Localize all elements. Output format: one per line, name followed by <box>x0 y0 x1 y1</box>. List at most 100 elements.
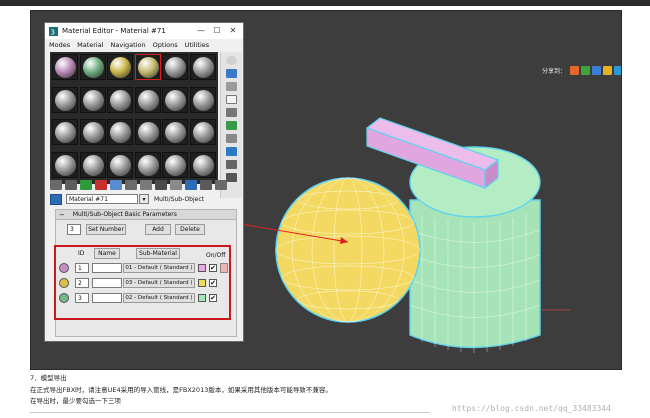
select-by-material-icon[interactable] <box>226 147 237 156</box>
material-sample-sphere <box>82 122 104 143</box>
collapse-icon[interactable]: − <box>59 211 65 219</box>
watermark-text: https://blog.csdn.net/qq_33483344 <box>452 404 611 413</box>
make-preview-icon[interactable] <box>226 121 237 130</box>
material-sample-sphere <box>165 154 186 176</box>
material-slot[interactable] <box>189 54 216 80</box>
material-sample-sphere <box>110 57 131 78</box>
material-slot[interactable] <box>79 151 106 178</box>
material-slot[interactable] <box>79 119 106 145</box>
material-slot[interactable] <box>107 119 133 145</box>
make-copy-icon[interactable] <box>110 179 122 190</box>
material-slot[interactable] <box>189 86 216 113</box>
title-bar[interactable]: 3 Material Editor - Material #71 — ☐ ✕ <box>45 23 243 39</box>
menu-options[interactable]: Options <box>153 41 178 49</box>
material-navigator-icon[interactable] <box>226 160 237 169</box>
show-end-result-icon[interactable] <box>185 179 197 190</box>
material-sample-sphere <box>137 89 159 111</box>
menu-modes[interactable]: Modes <box>49 41 70 49</box>
show-map-icon[interactable] <box>170 179 182 190</box>
material-sample-sphere <box>165 57 186 78</box>
material-sample-sphere <box>55 122 76 143</box>
assign-to-selection-icon[interactable] <box>80 179 92 190</box>
screenshot-root: 分享到： 3 Material Editor - Material #71 — … <box>0 0 650 418</box>
material-sample-sphere <box>82 154 104 176</box>
sphere-object[interactable] <box>275 177 421 323</box>
options-icon[interactable] <box>226 134 237 143</box>
material-count-field[interactable]: 3 <box>67 224 81 235</box>
material-slot[interactable] <box>189 151 216 178</box>
close-button[interactable]: ✕ <box>225 25 241 36</box>
material-sample-sphere <box>55 154 76 176</box>
material-sample-sphere <box>137 154 159 176</box>
add-button[interactable]: Add <box>145 224 171 235</box>
video-color-icon[interactable] <box>226 108 237 117</box>
material-name-bar: Material #71 ▾ Multi/Sub-Object <box>50 193 242 205</box>
put-to-scene-icon[interactable] <box>65 179 77 190</box>
material-slot[interactable] <box>107 151 133 178</box>
material-slot[interactable] <box>79 54 106 80</box>
material-slot[interactable] <box>162 86 188 113</box>
svg-text:3: 3 <box>51 28 55 36</box>
name-dropdown-icon[interactable]: ▾ <box>139 194 149 204</box>
material-slot[interactable] <box>107 86 133 113</box>
material-slot[interactable] <box>107 54 133 80</box>
material-sample-sphere <box>165 89 186 111</box>
side-toolbar <box>220 52 242 198</box>
material-slot[interactable] <box>134 119 161 145</box>
material-name-field[interactable]: Material #71 <box>66 194 138 204</box>
material-id-icon[interactable] <box>155 179 167 190</box>
sample-type-icon[interactable] <box>226 56 237 65</box>
caption-line-3: 在导出时，最少要勾选一下三项 <box>30 397 121 405</box>
material-slot[interactable] <box>162 54 188 80</box>
material-slot[interactable] <box>52 119 78 145</box>
rollout-title: Multi/Sub-Object Basic Parameters <box>72 211 177 218</box>
material-sample-sphere <box>55 57 76 78</box>
reset-map-icon[interactable] <box>95 179 107 190</box>
rollout-header[interactable]: − Multi/Sub-Object Basic Parameters <box>56 210 236 220</box>
material-slot[interactable] <box>79 86 106 113</box>
material-slot[interactable] <box>52 54 78 80</box>
material-slot[interactable] <box>134 54 161 80</box>
material-sample-sphere <box>165 122 186 143</box>
material-slot[interactable] <box>134 151 161 178</box>
pick-material-icon[interactable] <box>50 193 62 205</box>
material-sample-sphere <box>192 154 214 176</box>
material-slot[interactable] <box>52 151 78 178</box>
put-to-library-icon[interactable] <box>140 179 152 190</box>
material-slot[interactable] <box>134 86 161 113</box>
material-sample-sphere <box>110 122 131 143</box>
menu-material[interactable]: Material <box>77 41 103 49</box>
delete-button[interactable]: Delete <box>175 224 205 235</box>
material-slot[interactable] <box>52 86 78 113</box>
menu-utilities[interactable]: Utilities <box>185 41 209 49</box>
divider-line <box>30 412 430 413</box>
menu-navigation[interactable]: Navigation <box>111 41 146 49</box>
material-sample-sphere <box>82 57 104 78</box>
material-sample-sphere <box>82 89 104 111</box>
caption-heading: 7．模型导出 <box>30 374 67 382</box>
material-sample-sphere <box>192 89 214 111</box>
material-sample-sphere <box>192 122 214 143</box>
set-number-button[interactable]: Set Number <box>86 224 126 235</box>
minimize-button[interactable]: — <box>193 25 209 36</box>
background-icon[interactable] <box>226 82 237 91</box>
backlight-icon[interactable] <box>226 69 237 78</box>
material-sample-sphere <box>110 89 131 111</box>
material-slot-grid <box>50 52 218 184</box>
go-to-parent-icon[interactable] <box>200 179 212 190</box>
get-material-icon[interactable] <box>50 179 62 190</box>
go-forward-sibling-icon[interactable] <box>215 179 227 190</box>
make-unique-icon[interactable] <box>125 179 137 190</box>
maximize-button[interactable]: ☐ <box>209 25 225 36</box>
material-slot[interactable] <box>162 151 188 178</box>
highlight-box <box>54 245 231 320</box>
editor-toolbar <box>50 178 242 191</box>
material-sample-sphere <box>192 57 214 78</box>
material-slot[interactable] <box>162 119 188 145</box>
material-type-button[interactable]: Multi/Sub-Object <box>154 196 204 203</box>
window-title: Material Editor - Material #71 <box>62 27 166 35</box>
app-logo-icon: 3 <box>49 26 58 36</box>
tiling-icon[interactable] <box>226 95 237 104</box>
material-slot[interactable] <box>189 119 216 145</box>
caption-line-2: 在正式导出FBX时，请注意UE4采用的导入管线，是FBX2013版本，如果采用其… <box>30 386 332 394</box>
